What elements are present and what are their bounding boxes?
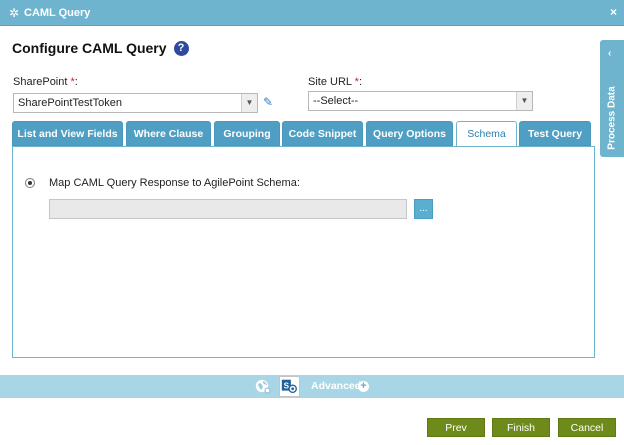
prev-button[interactable]: Prev (427, 418, 485, 437)
page-title: Configure CAML Query (12, 40, 167, 56)
map-schema-radio[interactable] (25, 178, 35, 188)
tab-where-clause[interactable]: Where Clause (126, 121, 211, 146)
chevron-down-icon[interactable]: ▼ (241, 94, 257, 112)
process-data-label: Process Data (606, 86, 618, 150)
plus-icon[interactable]: + (358, 381, 369, 392)
browse-button[interactable]: ... (414, 199, 433, 219)
schema-path-field[interactable] (49, 199, 407, 219)
process-data-tab[interactable]: ‹ Process Data (600, 40, 624, 157)
map-schema-label: Map CAML Query Response to AgilePoint Sc… (49, 177, 300, 189)
site-url-value: --Select-- (313, 95, 359, 107)
advanced-label[interactable]: Advanced (311, 380, 361, 392)
site-url-label: Site URL *: (308, 76, 363, 88)
tab-test-query[interactable]: Test Query (519, 121, 591, 146)
sharepoint-label: SharePoint *: (13, 76, 78, 88)
window-titlebar: ✲ CAML Query × (0, 0, 624, 26)
site-url-select[interactable]: --Select-- ▼ (308, 91, 533, 111)
tab-code-snippet[interactable]: Code Snippet (282, 121, 363, 146)
sharepoint-icon: S (281, 379, 297, 394)
gear-icon: ✲ (8, 5, 20, 20)
globe-gear-icon[interactable] (255, 378, 271, 394)
help-icon[interactable]: ? (173, 40, 189, 56)
sharepoint-value: SharePointTestToken (18, 97, 122, 109)
sharepoint-icon-button[interactable]: S (279, 376, 300, 397)
finish-button[interactable]: Finish (492, 418, 550, 437)
close-icon[interactable]: × (610, 5, 617, 19)
window-title: CAML Query (24, 6, 91, 19)
sharepoint-select[interactable]: SharePointTestToken ▼ (13, 93, 258, 113)
edit-pencil-icon[interactable]: ✎ (263, 95, 273, 109)
schema-panel: Map CAML Query Response to AgilePoint Sc… (12, 146, 595, 358)
tab-schema[interactable]: Schema (456, 121, 517, 148)
advanced-bar: S Advanced + (0, 375, 624, 398)
tab-query-options[interactable]: Query Options (366, 121, 453, 146)
page-heading: Configure CAML Query ? (12, 40, 189, 56)
cancel-button[interactable]: Cancel (558, 418, 616, 437)
chevron-down-icon[interactable]: ▼ (516, 92, 532, 110)
tab-grouping[interactable]: Grouping (214, 121, 280, 146)
tab-list-and-view-fields[interactable]: List and View Fields (12, 121, 123, 146)
chevron-left-icon: ‹ (608, 48, 612, 59)
